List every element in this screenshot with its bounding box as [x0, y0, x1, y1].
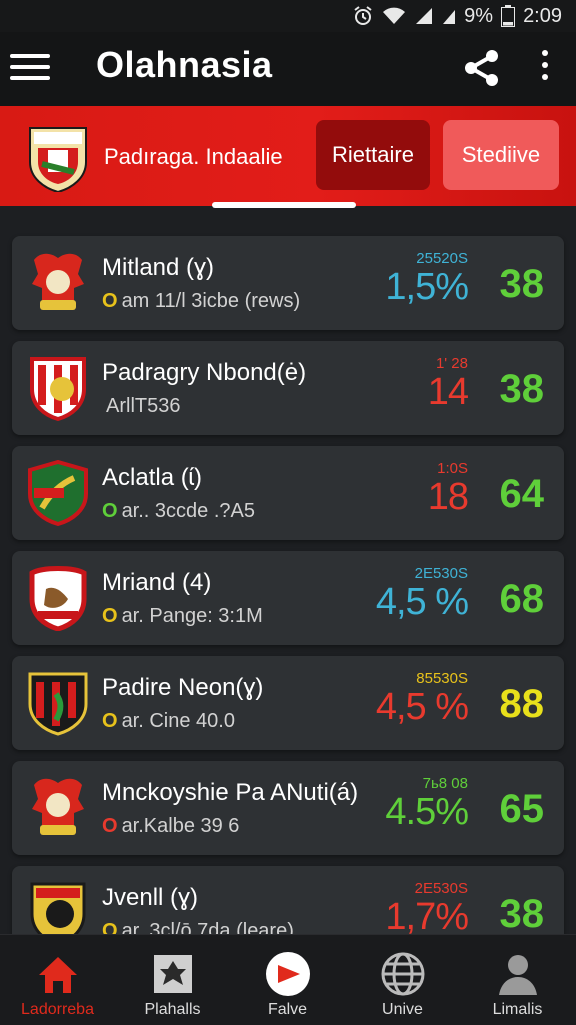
players-icon — [150, 951, 196, 997]
stat-small: 25520S — [416, 250, 468, 267]
team-name: Mitland (ɣ) — [102, 254, 215, 281]
nav-label: Ladorreba — [21, 1001, 94, 1018]
nav-item-players[interactable]: Plahalls — [115, 935, 230, 1025]
hamburger-menu-icon[interactable] — [10, 54, 50, 84]
team-row[interactable]: Mriand (4) Oar. Pange: 3:1M 2E530S 4,5 % 68 — [12, 551, 564, 645]
tab-stediive[interactable]: Stediive — [443, 120, 559, 190]
stat-small: 2E530S — [414, 880, 468, 897]
team-detail: Oam 11/l 3icbe (rews) — [102, 290, 300, 313]
team-detail-text: ar.. 3ccde .?A5 — [121, 500, 255, 522]
nav-label: Plahalls — [144, 1001, 201, 1018]
team-detail-text: ArllT536 — [106, 395, 181, 417]
nav-label: Unive — [382, 1001, 423, 1018]
app-title: Olahnasia — [96, 44, 273, 85]
team-detail-marker: O — [102, 500, 118, 522]
team-score: 65 — [499, 787, 545, 831]
team-detail-marker: O — [102, 710, 118, 732]
nav-item-home[interactable]: Ladorreba — [0, 935, 115, 1025]
team-score: 88 — [499, 682, 545, 726]
wifi-icon — [382, 6, 406, 26]
stat-small: 1:0S — [437, 460, 468, 477]
team-row[interactable]: Padire Neon(ɣ) Oar. Cine 40.0 85530S 4,5 % 8… — [12, 656, 564, 750]
header-band: Padıraga. Indaalie Riettaire Stediive — [0, 106, 576, 208]
team-row[interactable]: Padragry Nbond(ė) ArllT536 1' 28 14 38 — [12, 341, 564, 435]
nav-item-profile[interactable]: Limalis — [460, 935, 575, 1025]
nav-item-play[interactable]: Falve — [230, 935, 345, 1025]
stat-percent: 1,7% — [385, 896, 469, 938]
team-detail-text: am 11/l 3icbe (rews) — [121, 290, 301, 312]
clock-time: 2:09 — [523, 4, 562, 27]
nav-label: Limalis — [492, 1001, 543, 1018]
status-bar: 9% 2:09 — [0, 0, 576, 32]
team-name: Mriand (4) — [102, 569, 212, 596]
signal-icon — [414, 6, 434, 26]
alarm-icon — [352, 6, 374, 26]
stat-percent: 4.5% — [385, 791, 469, 833]
globe-icon — [380, 951, 426, 997]
team-detail-marker: O — [102, 605, 118, 627]
team-score: 64 — [499, 472, 545, 516]
team-row[interactable]: Mitland (ɣ) Oam 11/l 3icbe (rews) 25520S 1,… — [12, 236, 564, 330]
team-crest-icon — [26, 250, 90, 316]
play-icon — [265, 951, 311, 997]
team-row[interactable]: Mnckoyshie Pa ANuti(á) Oar.Kalbe 39 6 7ь8 … — [12, 761, 564, 855]
team-crest-icon — [26, 775, 90, 841]
stat-percent: 18 — [427, 476, 469, 518]
stat-percent: 1,5% — [385, 266, 469, 308]
team-name: Jvenll (ɣ) — [102, 884, 199, 911]
team-score: 38 — [499, 367, 545, 411]
club-crest-icon — [28, 124, 88, 194]
bottom-nav: Ladorreba Plahalls Falve Unive Limalis — [0, 934, 576, 1025]
profile-icon — [495, 951, 541, 997]
nav-item-globe[interactable]: Unive — [345, 935, 460, 1025]
team-row[interactable]: Aclatla (ɩ́) Oar.. 3ccde .?A5 1:0S 18 64 — [12, 446, 564, 540]
team-score: 38 — [499, 892, 545, 936]
stat-small: 85530S — [416, 670, 468, 687]
battery-icon — [501, 5, 516, 27]
stat-percent: 4,5 % — [375, 686, 469, 728]
team-crest-icon — [26, 459, 90, 527]
tab-indicator — [212, 202, 356, 208]
team-crest-icon — [26, 670, 90, 736]
team-detail: Oar. Pange: 3:1M — [102, 605, 263, 628]
tab-riettaire[interactable]: Riettaire — [316, 120, 430, 190]
more-options-icon[interactable] — [538, 50, 552, 86]
team-name: Padragry Nbond(ė) — [102, 359, 307, 386]
nav-label: Falve — [267, 1001, 308, 1018]
battery-percent: 9% — [464, 4, 494, 27]
team-crest-icon — [26, 565, 90, 632]
team-name: Aclatla (ɩ́) — [102, 464, 203, 491]
home-icon — [35, 951, 81, 997]
team-detail-marker: O — [102, 290, 118, 312]
team-detail: Oar. Cine 40.0 — [102, 710, 235, 733]
stat-percent: 4,5 % — [375, 581, 469, 623]
team-detail-text: ar.Kalbe 39 6 — [121, 815, 240, 837]
team-score: 38 — [499, 262, 545, 306]
team-name: Padire Neon(ɣ) — [102, 674, 264, 701]
team-crest-icon — [26, 355, 90, 422]
share-icon[interactable] — [462, 48, 502, 88]
team-detail: ArllT536 — [102, 395, 180, 418]
stat-percent: 14 — [427, 371, 469, 413]
team-detail: Oar.. 3ccde .?A5 — [102, 500, 255, 523]
stat-small: 1' 28 — [435, 355, 468, 372]
team-score: 68 — [499, 577, 545, 621]
header-subtitle: Padıraga. Indaalie — [104, 144, 283, 169]
team-detail-text: ar. Pange: 3:1M — [121, 605, 263, 627]
stat-small: 2E530S — [414, 565, 468, 582]
team-detail-text: ar. Cine 40.0 — [121, 710, 235, 732]
team-name: Mnckoyshie Pa ANuti(á) — [102, 779, 359, 806]
app-bar: Olahnasia — [0, 32, 576, 106]
team-detail-marker: O — [102, 815, 118, 837]
stat-small: 7ь8 08 — [422, 775, 468, 792]
signal-2-icon — [442, 6, 456, 26]
team-detail: Oar.Kalbe 39 6 — [102, 815, 239, 838]
